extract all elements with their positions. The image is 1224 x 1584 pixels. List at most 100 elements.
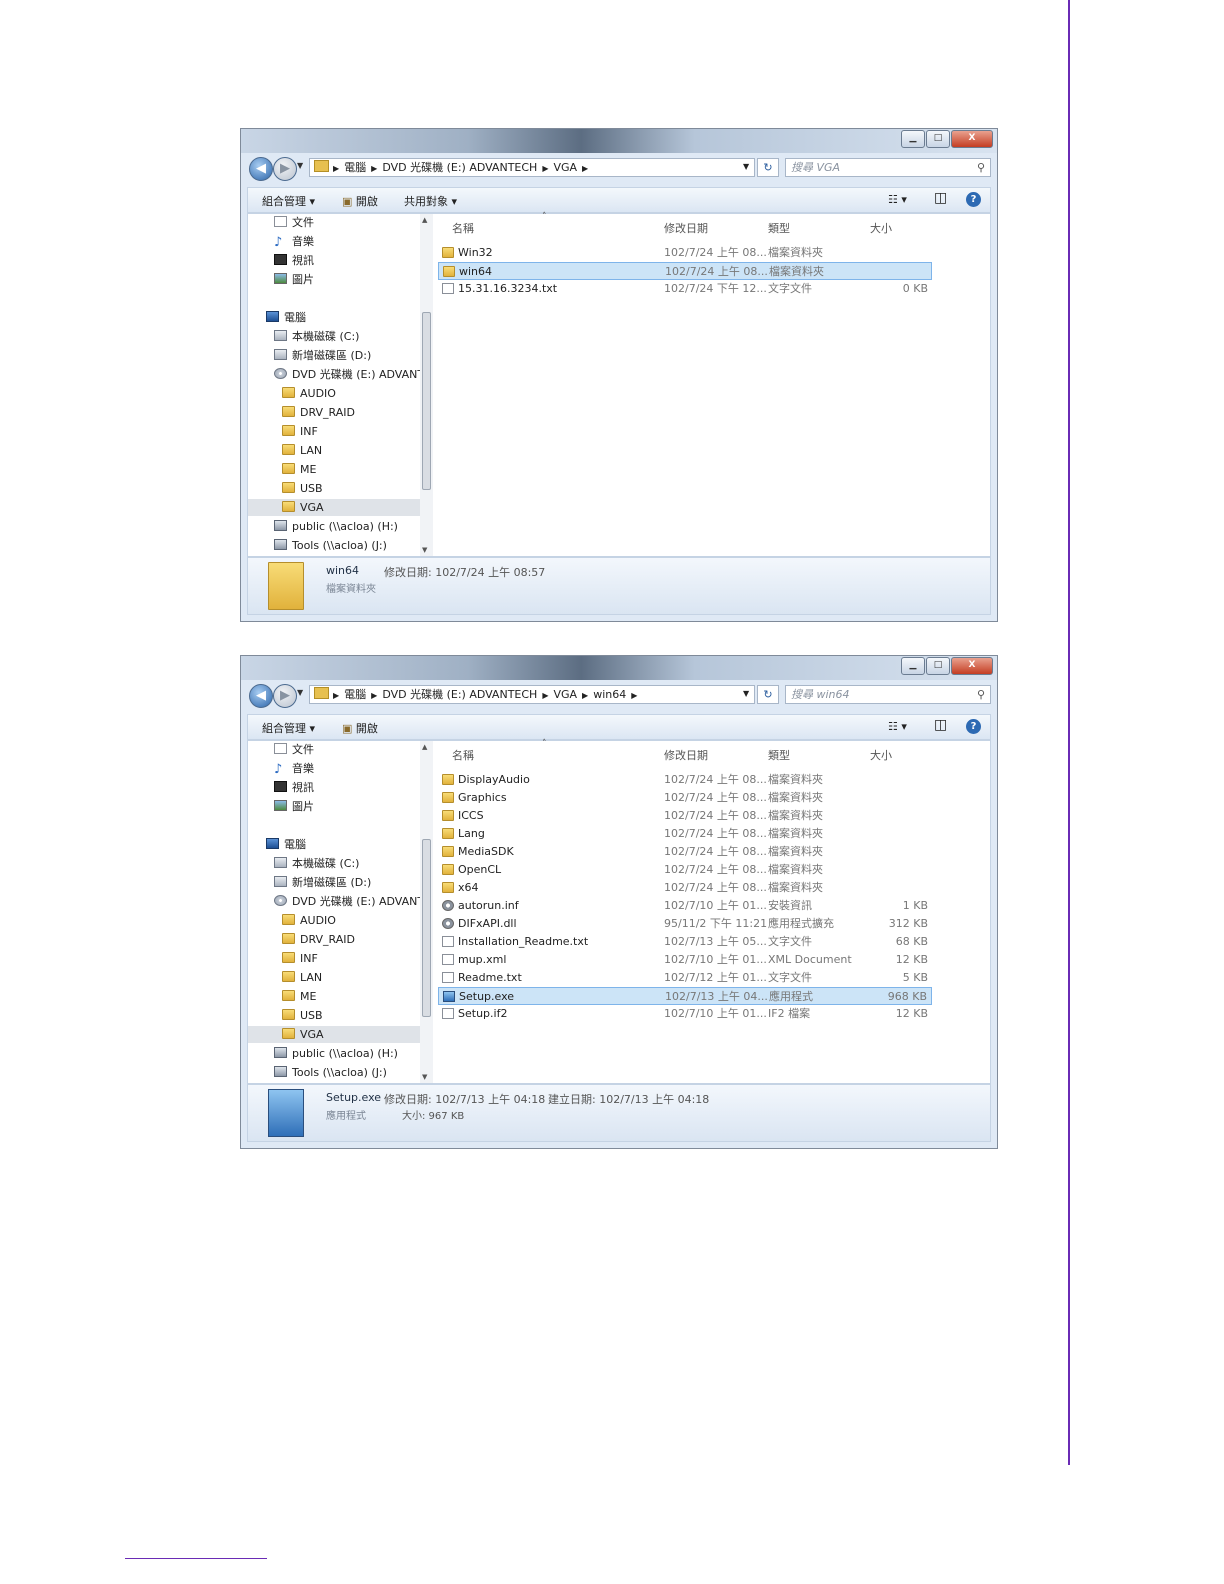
nav-item[interactable]: 電腦 bbox=[266, 836, 306, 853]
minimize-button[interactable]: ▁ bbox=[901, 130, 925, 148]
file-row[interactable]: Graphics 102/7/24 上午 08... 檔案資料夾 bbox=[438, 789, 932, 807]
nav-item[interactable]: USB bbox=[282, 1007, 323, 1024]
nav-item[interactable]: DVD 光碟機 (E:) ADVANTE bbox=[274, 366, 420, 383]
column-header-type[interactable]: 類型 bbox=[768, 220, 790, 236]
close-button[interactable]: X bbox=[951, 657, 993, 675]
nav-item[interactable]: ME bbox=[282, 988, 316, 1005]
nav-item[interactable]: ♪ 音樂 bbox=[274, 233, 314, 250]
file-row[interactable]: 15.31.16.3234.txt 102/7/24 下午 12... 文字文件 0 … bbox=[438, 280, 932, 298]
nav-item[interactable]: public (\\acloa) (H:) bbox=[274, 518, 398, 535]
view-options-icon[interactable]: ☷ ▾ bbox=[888, 193, 907, 206]
nav-item[interactable]: 電腦 bbox=[266, 309, 306, 326]
file-row[interactable]: win64 102/7/24 上午 08... 檔案資料夾 bbox=[438, 262, 932, 280]
column-header-size[interactable]: 大小 bbox=[870, 747, 892, 763]
scroll-up-icon[interactable]: ▲ bbox=[422, 216, 427, 224]
organize-menu[interactable]: 組合管理 ▾ bbox=[262, 720, 315, 736]
nav-item[interactable]: 新增磁碟區 (D:) bbox=[274, 874, 371, 891]
nav-item[interactable]: Tools (\\acloa) (J:) bbox=[274, 537, 387, 554]
nav-item[interactable]: LAN bbox=[282, 969, 322, 986]
nav-item[interactable]: USB bbox=[282, 480, 323, 497]
file-row[interactable]: DisplayAudio 102/7/24 上午 08... 檔案資料夾 bbox=[438, 771, 932, 789]
breadcrumb-item[interactable]: VGA bbox=[553, 161, 577, 174]
nav-item[interactable]: ♪ 音樂 bbox=[274, 760, 314, 777]
minimize-button[interactable]: ▁ bbox=[901, 657, 925, 675]
file-row[interactable]: Installation_Readme.txt 102/7/13 上午 05...… bbox=[438, 933, 932, 951]
nav-item[interactable]: Tools (\\acloa) (J:) bbox=[274, 1064, 387, 1081]
file-row[interactable]: DIFxAPI.dll 95/11/2 下午 11:21 應用程式擴充 312 KB bbox=[438, 915, 932, 933]
open-button[interactable]: ▣ 開啟 bbox=[342, 720, 378, 736]
column-header-size[interactable]: 大小 bbox=[870, 220, 892, 236]
share-with-menu[interactable]: 共用對象 ▾ bbox=[404, 193, 457, 209]
column-header-date[interactable]: 修改日期 bbox=[664, 220, 708, 236]
file-row[interactable]: Setup.if2 102/7/10 上午 01... IF2 檔案 12 KB bbox=[438, 1005, 932, 1023]
help-icon[interactable]: ? bbox=[966, 192, 981, 207]
file-row[interactable]: mup.xml 102/7/10 上午 01... XML Document 12 K… bbox=[438, 951, 932, 969]
search-input[interactable]: 搜尋 VGA ⚲ bbox=[785, 158, 991, 177]
nav-item[interactable]: INF bbox=[282, 423, 318, 440]
forward-button[interactable]: ▶ bbox=[273, 157, 297, 181]
close-button[interactable]: X bbox=[951, 130, 993, 148]
column-header-type[interactable]: 類型 bbox=[768, 747, 790, 763]
nav-item[interactable]: DVD 光碟機 (E:) ADVANTE bbox=[274, 893, 420, 910]
nav-item[interactable]: ME bbox=[282, 461, 316, 478]
breadcrumb-item[interactable]: win64 bbox=[593, 688, 626, 701]
maximize-button[interactable]: □ bbox=[926, 657, 950, 675]
nav-item[interactable]: 圖片 bbox=[274, 798, 314, 815]
nav-item[interactable]: VGA bbox=[248, 1026, 420, 1043]
nav-item[interactable]: VGA bbox=[248, 499, 420, 516]
breadcrumb-item[interactable]: DVD 光碟機 (E:) ADVANTECH bbox=[382, 161, 537, 174]
nav-item[interactable]: 本機磁碟 (C:) bbox=[274, 855, 359, 872]
nav-item[interactable]: DRV_RAID bbox=[282, 931, 355, 948]
open-button[interactable]: ▣ 開啟 bbox=[342, 193, 378, 209]
nav-item[interactable]: 文件 bbox=[274, 741, 314, 758]
nav-item[interactable]: 文件 bbox=[274, 214, 314, 231]
nav-item[interactable]: AUDIO bbox=[282, 385, 336, 402]
forward-button[interactable]: ▶ bbox=[273, 684, 297, 708]
search-input[interactable]: 搜尋 win64 ⚲ bbox=[785, 685, 991, 704]
breadcrumb-item[interactable]: 電腦 bbox=[344, 161, 366, 174]
scroll-down-icon[interactable]: ▼ bbox=[422, 1073, 427, 1081]
address-bar[interactable]: ▶ 電腦 ▶ DVD 光碟機 (E:) ADVANTECH ▶ VGA ▶ win64 ▶ bbox=[309, 685, 755, 704]
address-bar[interactable]: ▶ 電腦 ▶ DVD 光碟機 (E:) ADVANTECH ▶ VGA ▶ bbox=[309, 158, 755, 177]
column-header-date[interactable]: 修改日期 bbox=[664, 747, 708, 763]
address-dropdown-icon[interactable]: ▼ bbox=[743, 162, 749, 171]
scrollbar-thumb[interactable] bbox=[422, 839, 431, 1017]
scroll-down-icon[interactable]: ▼ bbox=[422, 546, 427, 554]
organize-menu[interactable]: 組合管理 ▾ bbox=[262, 193, 315, 209]
file-row[interactable]: ICCS 102/7/24 上午 08... 檔案資料夾 bbox=[438, 807, 932, 825]
nav-item[interactable]: INF bbox=[282, 950, 318, 967]
nav-item[interactable]: public (\\acloa) (H:) bbox=[274, 1045, 398, 1062]
nav-scrollbar[interactable]: ▲ ▼ bbox=[420, 741, 433, 1083]
scrollbar-thumb[interactable] bbox=[422, 312, 431, 490]
file-row[interactable]: Readme.txt 102/7/12 上午 01... 文字文件 5 KB bbox=[438, 969, 932, 987]
file-row[interactable]: OpenCL 102/7/24 上午 08... 檔案資料夾 bbox=[438, 861, 932, 879]
column-header-name[interactable]: 名稱 bbox=[452, 747, 474, 763]
preview-pane-icon[interactable]: ◫ bbox=[934, 717, 947, 733]
file-row[interactable]: Win32 102/7/24 上午 08... 檔案資料夾 bbox=[438, 244, 932, 262]
address-dropdown-icon[interactable]: ▼ bbox=[743, 689, 749, 698]
help-icon[interactable]: ? bbox=[966, 719, 981, 734]
file-row[interactable]: autorun.inf 102/7/10 上午 01... 安裝資訊 1 KB bbox=[438, 897, 932, 915]
column-header-name[interactable]: 名稱 bbox=[452, 220, 474, 236]
nav-item[interactable]: 本機磁碟 (C:) bbox=[274, 328, 359, 345]
back-button[interactable]: ◀ bbox=[249, 684, 273, 708]
recent-pages-dropdown-icon[interactable]: ▼ bbox=[297, 688, 303, 697]
nav-item[interactable]: 視訊 bbox=[274, 252, 314, 269]
preview-pane-icon[interactable]: ◫ bbox=[934, 190, 947, 206]
breadcrumb-item[interactable]: 電腦 bbox=[344, 688, 366, 701]
nav-item[interactable]: DRV_RAID bbox=[282, 404, 355, 421]
recent-pages-dropdown-icon[interactable]: ▼ bbox=[297, 161, 303, 170]
nav-item[interactable]: 新增磁碟區 (D:) bbox=[274, 347, 371, 364]
nav-item[interactable]: LAN bbox=[282, 442, 322, 459]
maximize-button[interactable]: □ bbox=[926, 130, 950, 148]
refresh-button[interactable]: ↻ bbox=[757, 158, 779, 177]
back-button[interactable]: ◀ bbox=[249, 157, 273, 181]
nav-item[interactable]: 圖片 bbox=[274, 271, 314, 288]
file-row[interactable]: MediaSDK 102/7/24 上午 08... 檔案資料夾 bbox=[438, 843, 932, 861]
nav-item[interactable]: AUDIO bbox=[282, 912, 336, 929]
file-row[interactable]: Setup.exe 102/7/13 上午 04... 應用程式 968 KB bbox=[438, 987, 932, 1005]
breadcrumb-item[interactable]: DVD 光碟機 (E:) ADVANTECH bbox=[382, 688, 537, 701]
file-row[interactable]: Lang 102/7/24 上午 08... 檔案資料夾 bbox=[438, 825, 932, 843]
refresh-button[interactable]: ↻ bbox=[757, 685, 779, 704]
nav-item[interactable]: 視訊 bbox=[274, 779, 314, 796]
